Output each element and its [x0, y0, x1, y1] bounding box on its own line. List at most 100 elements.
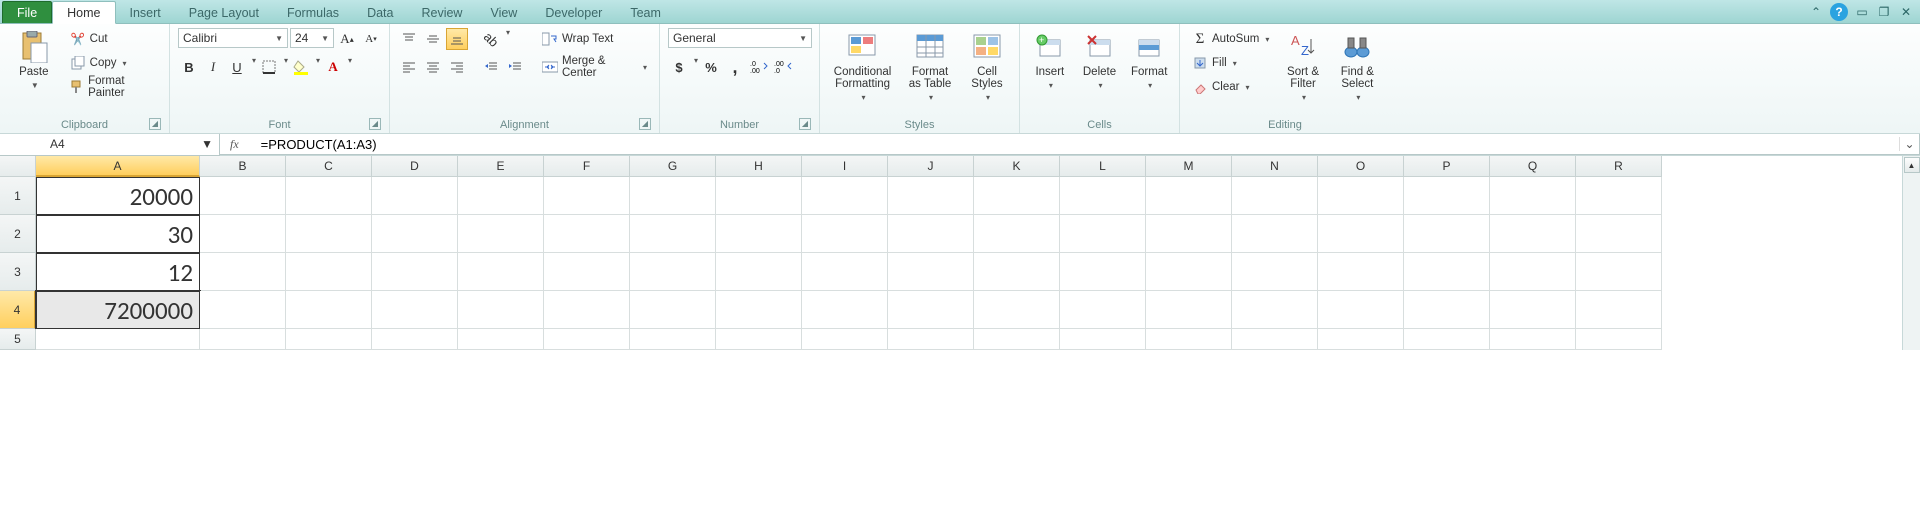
cell-B3[interactable]	[200, 253, 286, 291]
col-header-I[interactable]: I	[802, 156, 888, 177]
cell-B4[interactable]	[200, 291, 286, 329]
cell-K2[interactable]	[974, 215, 1060, 253]
col-header-L[interactable]: L	[1060, 156, 1146, 177]
cell-N5[interactable]	[1232, 329, 1318, 350]
cell-N2[interactable]	[1232, 215, 1318, 253]
align-middle-button[interactable]	[422, 28, 444, 50]
cell-O4[interactable]	[1318, 291, 1404, 329]
paste-button[interactable]: Paste ▼	[8, 28, 60, 94]
font-launcher[interactable]: ◢	[369, 118, 381, 130]
tab-data[interactable]: Data	[353, 2, 407, 23]
cell-J1[interactable]	[888, 177, 974, 215]
format-painter-button[interactable]: Format Painter	[66, 76, 161, 98]
cell-E3[interactable]	[458, 253, 544, 291]
autosum-button[interactable]: Σ AutoSum▾	[1188, 28, 1273, 50]
cell-A3[interactable]: 12	[36, 253, 200, 291]
vertical-scrollbar[interactable]: ▲	[1902, 156, 1920, 350]
cell-D1[interactable]	[372, 177, 458, 215]
merge-center-button[interactable]: Merge & Center▾	[538, 56, 651, 78]
cell-E5[interactable]	[458, 329, 544, 350]
font-name-select[interactable]: Calibri▼	[178, 28, 288, 48]
bold-button[interactable]: B	[178, 56, 200, 78]
copy-button[interactable]: Copy▾	[66, 52, 161, 74]
cell-C1[interactable]	[286, 177, 372, 215]
ribbon-min-icon[interactable]: ⌃	[1808, 4, 1824, 20]
cell-D4[interactable]	[372, 291, 458, 329]
cell-J2[interactable]	[888, 215, 974, 253]
tab-review[interactable]: Review	[407, 2, 476, 23]
col-header-R[interactable]: R	[1576, 156, 1662, 177]
tab-home[interactable]: Home	[52, 1, 115, 24]
border-button[interactable]	[258, 56, 280, 78]
number-launcher[interactable]: ◢	[799, 118, 811, 130]
cell-P2[interactable]	[1404, 215, 1490, 253]
cell-H1[interactable]	[716, 177, 802, 215]
align-center-button[interactable]	[422, 56, 444, 78]
cell-C2[interactable]	[286, 215, 372, 253]
cell-K3[interactable]	[974, 253, 1060, 291]
tab-page-layout[interactable]: Page Layout	[175, 2, 273, 23]
cell-G4[interactable]	[630, 291, 716, 329]
row-header-5[interactable]: 5	[0, 329, 36, 350]
cell-C4[interactable]	[286, 291, 372, 329]
cell-K4[interactable]	[974, 291, 1060, 329]
cell-Q1[interactable]	[1490, 177, 1576, 215]
tab-team[interactable]: Team	[616, 2, 675, 23]
cell-Q2[interactable]	[1490, 215, 1576, 253]
cell-M2[interactable]	[1146, 215, 1232, 253]
align-top-button[interactable]	[398, 28, 420, 50]
col-header-E[interactable]: E	[458, 156, 544, 177]
cell-B2[interactable]	[200, 215, 286, 253]
clipboard-launcher[interactable]: ◢	[149, 118, 161, 130]
col-header-H[interactable]: H	[716, 156, 802, 177]
cell-L5[interactable]	[1060, 329, 1146, 350]
percent-button[interactable]: %	[700, 56, 722, 78]
cell-Q3[interactable]	[1490, 253, 1576, 291]
col-header-O[interactable]: O	[1318, 156, 1404, 177]
cell-A5[interactable]	[36, 329, 200, 350]
underline-button[interactable]: U	[226, 56, 248, 78]
shrink-font-button[interactable]: A▾	[360, 28, 382, 50]
comma-button[interactable]: ,	[724, 56, 746, 78]
help-icon[interactable]: ?	[1830, 3, 1848, 21]
font-size-select[interactable]: 24▼	[290, 28, 334, 48]
align-right-button[interactable]	[446, 56, 468, 78]
cell-R3[interactable]	[1576, 253, 1662, 291]
cell-G1[interactable]	[630, 177, 716, 215]
fx-icon[interactable]: fx	[230, 137, 249, 152]
align-left-button[interactable]	[398, 56, 420, 78]
cell-A1[interactable]: 20000	[36, 177, 200, 215]
row-header-1[interactable]: 1	[0, 177, 36, 215]
cell-P4[interactable]	[1404, 291, 1490, 329]
cell-F1[interactable]	[544, 177, 630, 215]
cell-N3[interactable]	[1232, 253, 1318, 291]
window-restore-icon[interactable]: ❐	[1876, 4, 1892, 20]
orientation-button[interactable]: ab	[480, 28, 502, 50]
currency-button[interactable]: $	[668, 56, 690, 78]
cell-B5[interactable]	[200, 329, 286, 350]
col-header-P[interactable]: P	[1404, 156, 1490, 177]
fill-color-button[interactable]	[290, 56, 312, 78]
cell-D3[interactable]	[372, 253, 458, 291]
tab-view[interactable]: View	[476, 2, 531, 23]
decrease-indent-button[interactable]	[480, 56, 502, 78]
col-header-M[interactable]: M	[1146, 156, 1232, 177]
col-header-Q[interactable]: Q	[1490, 156, 1576, 177]
cell-F4[interactable]	[544, 291, 630, 329]
cell-L4[interactable]	[1060, 291, 1146, 329]
cell-F5[interactable]	[544, 329, 630, 350]
scroll-up-button[interactable]: ▲	[1904, 157, 1920, 173]
grow-font-button[interactable]: A▴	[336, 28, 358, 50]
cell-O3[interactable]	[1318, 253, 1404, 291]
col-header-N[interactable]: N	[1232, 156, 1318, 177]
cell-G5[interactable]	[630, 329, 716, 350]
tab-developer[interactable]: Developer	[531, 2, 616, 23]
cell-P1[interactable]	[1404, 177, 1490, 215]
cell-P3[interactable]	[1404, 253, 1490, 291]
col-header-F[interactable]: F	[544, 156, 630, 177]
cell-I3[interactable]	[802, 253, 888, 291]
cell-C5[interactable]	[286, 329, 372, 350]
col-header-C[interactable]: C	[286, 156, 372, 177]
cell-E2[interactable]	[458, 215, 544, 253]
clear-button[interactable]: Clear▾	[1188, 76, 1273, 98]
